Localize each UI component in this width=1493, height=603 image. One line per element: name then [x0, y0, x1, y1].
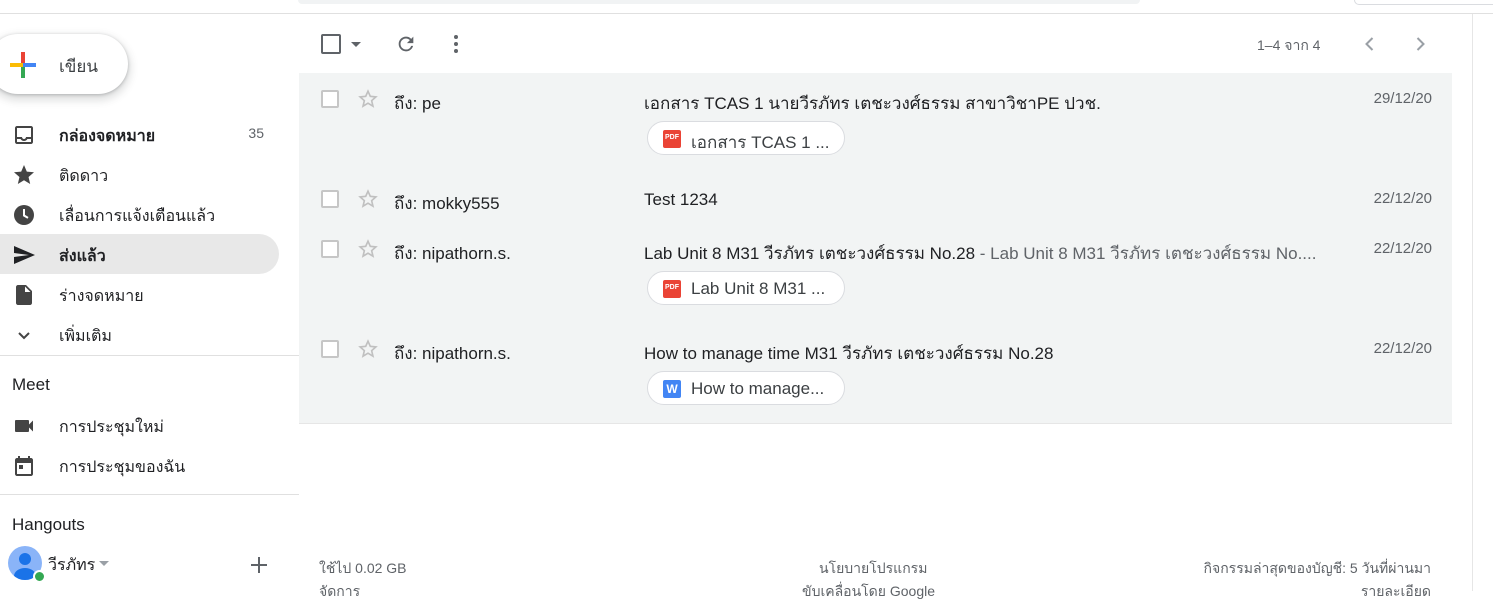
pagination-text: 1–4 จาก 4 [1257, 37, 1321, 53]
caret-down-icon[interactable] [99, 561, 109, 566]
attachment-name: เอกสาร TCAS 1 ... [691, 133, 830, 152]
add-icon[interactable] [248, 554, 270, 576]
subject-text: How to manage time M31 วีรภัทร เตชะวงศ์ธ… [644, 344, 1054, 363]
sidebar-item-inbox[interactable]: กล่องจดหมาย 35 [0, 114, 279, 154]
sidebar-item-snoozed[interactable]: เลื่อนการแจ้งเตือนแล้ว [0, 194, 279, 234]
chevron-down-icon [18, 332, 30, 340]
sidebar-item-drafts[interactable]: ร่างจดหมาย [0, 274, 279, 314]
inbox-icon [15, 126, 33, 144]
chevron-left-icon[interactable] [1360, 34, 1380, 54]
sidebar-divider [0, 494, 299, 495]
star-outline-icon[interactable] [357, 188, 379, 210]
sidebar-item-label: เพิ่มเติม [59, 328, 112, 345]
account-area [1354, 0, 1493, 5]
manage-storage-link[interactable]: จัดการ [319, 581, 360, 603]
meet-title: Meet [12, 375, 50, 394]
attachment-name: How to manage... [691, 379, 825, 398]
row-checkbox[interactable] [321, 340, 339, 358]
hangouts-title: Hangouts [12, 515, 85, 534]
clock-icon [14, 205, 34, 225]
draft-icon [16, 285, 32, 305]
mail-date: 22/12/20 [1373, 240, 1432, 257]
compose-label: เขียน [59, 57, 99, 76]
sidebar-item-starred[interactable]: ติดดาว [0, 154, 279, 194]
sidebar-item-label: ส่งแล้ว [59, 248, 106, 265]
star-outline-icon[interactable] [357, 238, 379, 260]
side-panel-divider [1472, 14, 1473, 591]
attachment-chip[interactable]: W How to manage... [647, 371, 845, 405]
mail-sender: ถึง: mokky555 [394, 194, 500, 213]
attachment-chip[interactable]: PDF Lab Unit 8 M31 ... [647, 271, 845, 305]
mail-sender: ถึง: nipathorn.s. [394, 244, 511, 263]
storage-used: ใช้ไป 0.02 GB [319, 560, 407, 576]
sidebar-item-label: ร่างจดหมาย [59, 288, 144, 305]
star-outline-icon[interactable] [357, 88, 379, 110]
header-divider [0, 13, 1493, 14]
file-badge: PDF [665, 134, 679, 141]
subject-text: เอกสาร TCAS 1 นายวีรภัทร เตชะวงศ์ธรรม สา… [644, 94, 1101, 113]
select-dropdown-icon[interactable] [351, 42, 361, 47]
subject-text: Test 1234 [644, 190, 718, 209]
mail-sender: ถึง: nipathorn.s. [394, 344, 511, 363]
program-policies-link[interactable]: นโยบายโปรแกรม [819, 558, 927, 580]
send-icon [14, 246, 35, 264]
subject-text: Lab Unit 8 M31 วีรภัทร เตชะวงศ์ธรรม No.2… [644, 244, 976, 263]
attachment-chip[interactable]: PDF เอกสาร TCAS 1 ... [647, 121, 845, 155]
mail-snippet: - Lab Unit 8 M31 วีรภัทร เตชะวงศ์ธรรม No… [975, 244, 1317, 263]
star-outline-icon[interactable] [357, 338, 379, 360]
refresh-icon[interactable] [395, 33, 417, 55]
mail-date: 22/12/20 [1373, 190, 1432, 207]
row-checkbox[interactable] [321, 90, 339, 108]
mail-sender: ถึง: pe [394, 94, 441, 113]
row-checkbox[interactable] [321, 190, 339, 208]
attachment-name: Lab Unit 8 M31 ... [691, 279, 826, 298]
pdf-icon: PDF [663, 280, 681, 298]
sidebar-item-sent[interactable]: ส่งแล้ว [0, 234, 279, 274]
mail-date: 29/12/20 [1373, 90, 1432, 107]
powered-by-google: ขับเคลื่อนโดย Google [802, 583, 936, 599]
more-vert-icon[interactable] [446, 33, 466, 55]
mail-row[interactable]: ถึง: nipathorn.s. How to manage time M31… [299, 323, 1452, 424]
compose-button[interactable]: เขียน [0, 34, 128, 94]
select-all-checkbox[interactable] [321, 34, 341, 54]
calendar-icon [15, 456, 33, 476]
meet-item-label: การประชุมของฉัน [59, 459, 186, 476]
sidebar-item-label: กล่องจดหมาย [59, 128, 156, 145]
hangouts-username: วีรภัทร [48, 557, 96, 574]
sidebar-item-label: ติดดาว [59, 168, 109, 185]
star-icon [14, 165, 34, 184]
sidebar-item-label: เลื่อนการแจ้งเตือนแล้ว [59, 208, 216, 225]
sidebar-item-more[interactable]: เพิ่มเติม [0, 314, 279, 354]
pdf-icon: PDF [663, 130, 681, 148]
details-link[interactable]: รายละเอียด [1361, 581, 1431, 603]
mail-subject: Test 1234 [644, 190, 1320, 210]
mail-row[interactable]: ถึง: nipathorn.s. Lab Unit 8 M31 วีรภัทร… [299, 223, 1452, 324]
video-camera-icon [15, 420, 33, 432]
row-checkbox[interactable] [321, 240, 339, 258]
mail-subject: Lab Unit 8 M31 วีรภัทร เตชะวงศ์ธรรม No.2… [644, 240, 1320, 267]
online-status-dot [33, 570, 46, 583]
mail-row[interactable]: ถึง: mokky555 Test 1234 22/12/20 [299, 173, 1452, 224]
file-badge: W [666, 382, 678, 396]
mail-row[interactable]: ถึง: pe เอกสาร TCAS 1 นายวีรภัทร เตชะวงศ… [299, 73, 1452, 174]
file-badge: PDF [665, 284, 679, 291]
sidebar-divider [0, 355, 299, 356]
meet-my-meetings[interactable]: การประชุมของฉัน [0, 445, 279, 485]
mail-date: 22/12/20 [1373, 340, 1432, 357]
mail-subject: เอกสาร TCAS 1 นายวีรภัทร เตชะวงศ์ธรรม สา… [644, 90, 1320, 117]
meet-new-meeting[interactable]: การประชุมใหม่ [0, 405, 279, 445]
search-bar[interactable] [298, 0, 1140, 4]
mail-subject: How to manage time M31 วีรภัทร เตชะวงศ์ธ… [644, 340, 1320, 367]
plus-icon [10, 52, 36, 78]
unread-count: 35 [248, 125, 264, 141]
account-activity: กิจกรรมล่าสุดของบัญชี: 5 วันที่ผ่านมา [1203, 560, 1431, 576]
chevron-right-icon[interactable] [1410, 34, 1430, 54]
meet-item-label: การประชุมใหม่ [59, 419, 164, 436]
word-doc-icon: W [663, 380, 681, 398]
